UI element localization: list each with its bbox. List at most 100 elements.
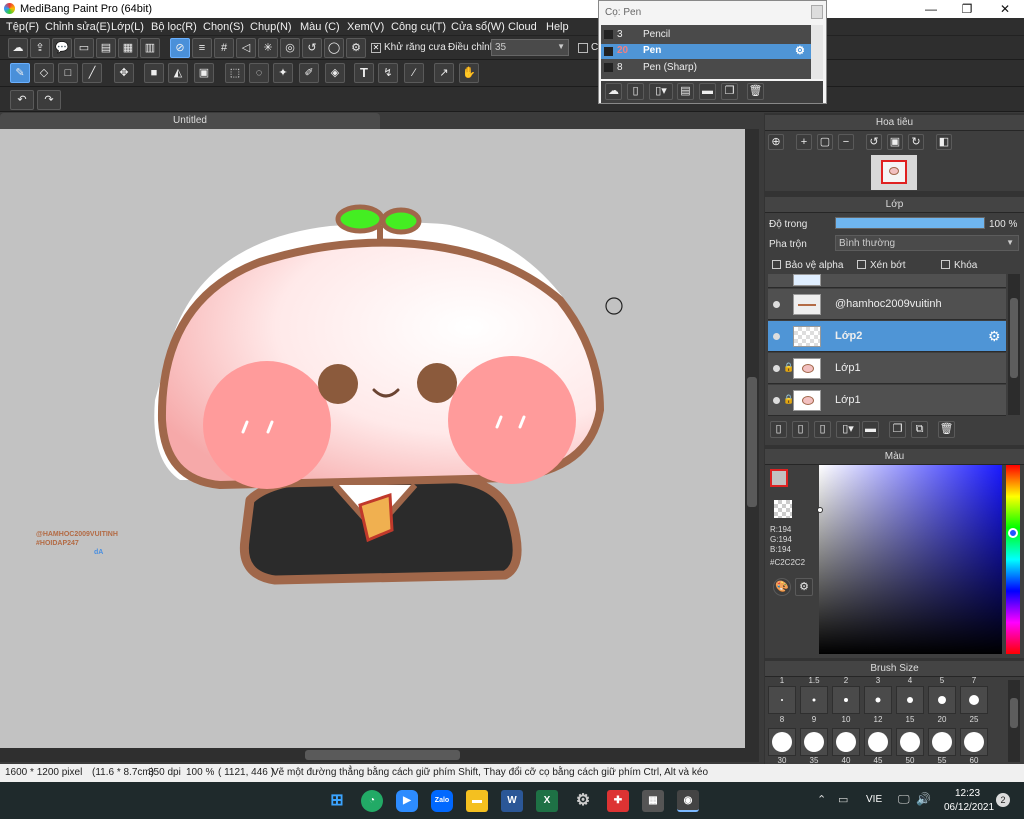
maximize-button[interactable]: ❐ [948,0,986,18]
move-icon[interactable]: ✥ [114,63,134,83]
brush-size-option[interactable] [864,686,892,714]
vertical-scroll-thumb[interactable] [747,377,757,507]
brush-size-option[interactable] [800,728,828,756]
layer-row[interactable]: @hamhoc2009vuitinh [768,289,1006,320]
snap-radial-icon[interactable]: ✳ [258,38,278,58]
duplicate-layer-icon[interactable]: ❐ [889,421,906,438]
rectangle-icon[interactable]: □ [58,63,78,83]
adjust-input[interactable]: 35 ▼ [491,39,569,56]
magic-wand-icon[interactable]: ✦ [273,63,293,83]
vertical-scrollbar[interactable] [745,129,759,748]
protect-alpha-checkbox[interactable] [772,260,781,269]
layer-row-partial[interactable] [768,274,1006,288]
zoom-in-icon[interactable]: + [796,134,812,150]
rotate-right-icon[interactable]: ↻ [908,134,924,150]
antialias-checkbox[interactable]: ✕ [371,43,381,53]
grid-panel-icon[interactable]: ▥ [140,38,160,58]
snap-perspective-icon[interactable]: ◁ [236,38,256,58]
brush-icon[interactable]: ✎ [10,63,30,83]
menu-filter[interactable]: Bộ lọc(R) [151,21,197,33]
select-eraser-icon[interactable]: ◈ [325,63,345,83]
redo-icon[interactable]: ↷ [37,90,61,110]
brush-size-option[interactable] [896,686,924,714]
delete-brush-icon[interactable]: 🗑 [747,83,764,100]
select-pen-icon[interactable]: ✐ [299,63,319,83]
lock-checkbox[interactable] [941,260,950,269]
blend-select[interactable]: Bình thường ▼ [835,235,1019,251]
new-8bit-layer-icon[interactable]: ▯ [814,421,831,438]
gear-icon[interactable]: ⚙ [795,44,805,57]
brush-folder-icon[interactable]: ▬ [699,83,716,100]
brush-popup-toggle[interactable] [811,5,823,19]
sv-cursor[interactable] [817,507,823,513]
language-indicator[interactable]: VIE [866,794,882,805]
menu-window[interactable]: Cửa sổ(W) [451,21,505,33]
menu-cloud[interactable]: Cloud [508,21,537,33]
brush-size-option[interactable] [800,686,828,714]
menu-view[interactable]: Xem(V) [347,21,384,33]
brush-size-option[interactable] [928,728,956,756]
browser-icon[interactable]: ◔ [361,790,383,812]
brush-size-option[interactable] [832,728,860,756]
flip-icon[interactable]: ◧ [936,134,952,150]
menu-select[interactable]: Chọn(S) [203,21,244,33]
new-brush-icon[interactable]: ▯ [627,83,644,100]
close-button[interactable]: ✕ [986,0,1024,18]
minimize-button[interactable]: — [912,0,950,18]
new-layer-icon[interactable]: ▯ [770,421,787,438]
brush-size-option[interactable] [928,686,956,714]
eye-icon[interactable] [773,333,780,340]
snap-off-icon[interactable]: ⊘ [170,38,190,58]
color-settings-icon[interactable]: ⚙ [795,578,813,596]
medibang-icon[interactable]: ◉ [677,790,699,812]
windows-start-icon[interactable]: ⊞ [326,790,348,812]
brush-size-option[interactable] [832,686,860,714]
eye-icon[interactable] [773,365,780,372]
transparent-swatch[interactable] [774,500,792,518]
divide-icon[interactable]: ↯ [378,63,398,83]
folder-icon[interactable]: ▬ [862,421,879,438]
zoom-icon[interactable]: ▶ [396,790,418,812]
zoom-fit-icon[interactable]: ⊕ [768,134,784,150]
snap-ellipse-icon[interactable]: ◯ [324,38,344,58]
snap-grid-icon[interactable]: # [214,38,234,58]
navigator-preview[interactable] [871,155,917,190]
snap-parallel-icon[interactable]: ≡ [192,38,212,58]
undo-icon[interactable]: ↶ [10,90,34,110]
foreground-color-swatch[interactable] [770,469,788,487]
operation-icon[interactable]: ↗ [434,63,454,83]
color-saturation-picker[interactable] [817,465,1002,654]
layer-scroll-thumb[interactable] [1010,298,1018,378]
zoom-out-icon[interactable]: − [838,134,854,150]
puzzle-icon[interactable]: ✚ [607,790,629,812]
speech-icon[interactable]: ▭ [74,38,94,58]
page-icon[interactable]: ▤ [96,38,116,58]
zalo-icon[interactable]: Zalo [431,790,453,812]
notification-badge[interactable]: 2 [996,793,1010,807]
menu-snap[interactable]: Chụp(N) [250,21,292,33]
excel-icon[interactable]: X [536,790,558,812]
brush-item-selected[interactable]: 20 Pen ⚙ [601,44,811,59]
fit-screen-icon[interactable]: ▢ [817,134,833,150]
eye-icon[interactable] [773,301,780,308]
hand-icon[interactable]: ✋ [459,63,479,83]
gear-icon[interactable]: ⚙ [988,328,1001,345]
clip-checkbox[interactable] [857,260,866,269]
brush-size-scroll-thumb[interactable] [1010,698,1018,728]
cloud-brush-icon[interactable]: ☁ [605,83,622,100]
rotate-left-icon[interactable]: ↺ [866,134,882,150]
snap-circle-icon[interactable]: ◎ [280,38,300,58]
clock-time[interactable]: 12:23 [955,788,980,799]
eyedropper-icon[interactable]: ⁄ [404,63,424,83]
navigator-viewport[interactable] [881,160,907,184]
new-halftone-layer-icon[interactable]: ▯ [792,421,809,438]
brush-item[interactable]: 3 Pencil [601,28,811,43]
layer-row[interactable]: 🔒 Lớp1 [768,385,1006,416]
settings-icon[interactable]: ⚙ [572,790,594,812]
reset-view-icon[interactable]: ▣ [887,134,903,150]
chevron-up-icon[interactable]: ⌃ [817,793,826,806]
network-icon[interactable]: 🖵 [898,792,910,807]
select-rect-icon[interactable]: ⬚ [225,63,245,83]
brush-properties-icon[interactable]: ▤ [677,83,694,100]
brush-size-option[interactable] [768,728,796,756]
